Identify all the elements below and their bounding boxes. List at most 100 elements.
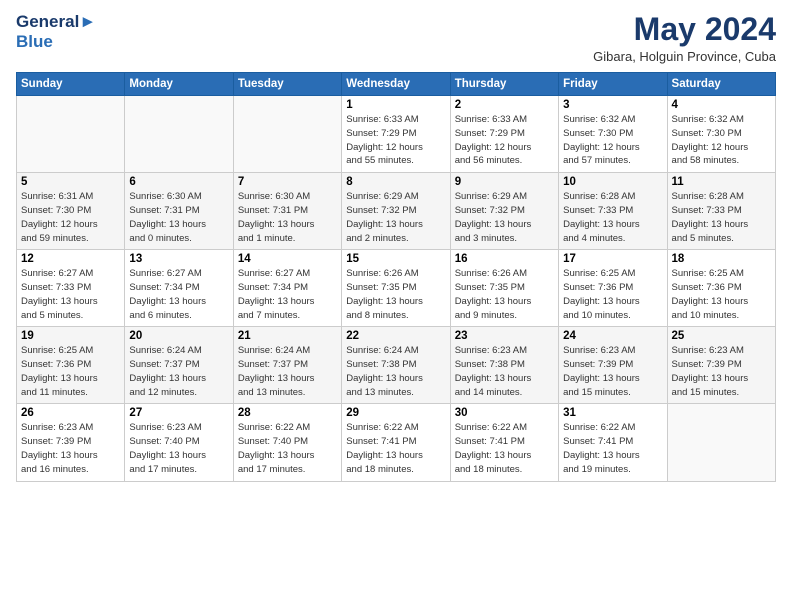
calendar-cell: 22Sunrise: 6:24 AM Sunset: 7:38 PM Dayli… [342,327,450,404]
page: General► Blue May 2024 Gibara, Holguin P… [0,0,792,612]
day-number: 2 [455,99,554,111]
calendar-cell: 9 Sunrise: 6:29 AM Sunset: 7:32 PM Daylig… [450,173,558,250]
day-info: Sunrise: 6:22 AM Sunset: 7:41 PM Dayligh… [346,421,445,476]
calendar-week-row-4: 19 Sunrise: 6:25 AM Sunset: 7:36 PM Dayli… [17,327,776,404]
day-info: Sunrise: 6:30 AM Sunset: 7:31 PM Dayligh… [129,190,228,245]
header: General► Blue May 2024 Gibara, Holguin P… [16,12,776,64]
logo-text-general: General► [16,12,96,32]
day-number: 30 [455,407,554,419]
day-number: 23 [455,330,554,342]
day-info: Sunrise: 6:23 AM Sunset: 7:39 PM Dayligh… [21,421,120,476]
calendar-cell: 28 Sunrise: 6:22 AM Sunset: 7:40 PM Dayli… [233,404,341,481]
day-number: 24 [563,330,662,342]
calendar-cell [125,96,233,173]
day-number: 9 [455,176,554,188]
day-number: 4 [672,99,771,111]
title-month: May 2024 [593,12,776,47]
day-info: Sunrise: 6:28 AM Sunset: 7:33 PM Dayligh… [672,190,771,245]
day-info: Sunrise: 6:30 AM Sunset: 7:31 PM Dayligh… [238,190,337,245]
day-info: Sunrise: 6:33 AM Sunset: 7:29 PM Dayligh… [346,113,445,168]
day-number: 6 [129,176,228,188]
day-number: 19 [21,330,120,342]
calendar-cell: 17 Sunrise: 6:25 AM Sunset: 7:36 PM Dayli… [559,250,667,327]
day-number: 11 [672,176,771,188]
day-info: Sunrise: 6:25 AM Sunset: 7:36 PM Dayligh… [21,344,120,399]
weekday-header-saturday: Saturday [667,73,775,96]
day-info: Sunrise: 6:22 AM Sunset: 7:41 PM Dayligh… [563,421,662,476]
day-info: Sunrise: 6:32 AM Sunset: 7:30 PM Dayligh… [563,113,662,168]
calendar-cell: 27 Sunrise: 6:23 AM Sunset: 7:40 PM Dayli… [125,404,233,481]
day-info: Sunrise: 6:25 AM Sunset: 7:36 PM Dayligh… [563,267,662,322]
day-number: 26 [21,407,120,419]
title-block: May 2024 Gibara, Holguin Province, Cuba [593,12,776,64]
day-number: 8 [346,176,445,188]
calendar-cell: 8 Sunrise: 6:29 AM Sunset: 7:32 PM Daylig… [342,173,450,250]
calendar-cell: 7Sunrise: 6:30 AM Sunset: 7:31 PM Daylig… [233,173,341,250]
day-number: 17 [563,253,662,265]
weekday-header-thursday: Thursday [450,73,558,96]
calendar-cell: 24 Sunrise: 6:23 AM Sunset: 7:39 PM Dayli… [559,327,667,404]
day-number: 18 [672,253,771,265]
day-info: Sunrise: 6:32 AM Sunset: 7:30 PM Dayligh… [672,113,771,168]
calendar-cell: 31 Sunrise: 6:22 AM Sunset: 7:41 PM Dayli… [559,404,667,481]
calendar-table: SundayMondayTuesdayWednesdayThursdayFrid… [16,72,776,481]
day-info: Sunrise: 6:27 AM Sunset: 7:34 PM Dayligh… [238,267,337,322]
day-info: Sunrise: 6:31 AM Sunset: 7:30 PM Dayligh… [21,190,120,245]
day-number: 12 [21,253,120,265]
calendar-cell: 16 Sunrise: 6:26 AM Sunset: 7:35 PM Dayli… [450,250,558,327]
day-info: Sunrise: 6:33 AM Sunset: 7:29 PM Dayligh… [455,113,554,168]
day-info: Sunrise: 6:25 AM Sunset: 7:36 PM Dayligh… [672,267,771,322]
weekday-header-wednesday: Wednesday [342,73,450,96]
day-info: Sunrise: 6:29 AM Sunset: 7:32 PM Dayligh… [346,190,445,245]
logo: General► Blue [16,12,96,51]
day-number: 16 [455,253,554,265]
day-info: Sunrise: 6:24 AM Sunset: 7:37 PM Dayligh… [238,344,337,399]
calendar-cell: 23 Sunrise: 6:23 AM Sunset: 7:38 PM Dayli… [450,327,558,404]
calendar-cell [233,96,341,173]
calendar-cell: 14Sunrise: 6:27 AM Sunset: 7:34 PM Dayli… [233,250,341,327]
day-number: 28 [238,407,337,419]
weekday-header-sunday: Sunday [17,73,125,96]
day-number: 13 [129,253,228,265]
calendar-cell: 19 Sunrise: 6:25 AM Sunset: 7:36 PM Dayli… [17,327,125,404]
day-info: Sunrise: 6:23 AM Sunset: 7:38 PM Dayligh… [455,344,554,399]
day-number: 10 [563,176,662,188]
calendar-cell: 1 Sunrise: 6:33 AM Sunset: 7:29 PM Daylig… [342,96,450,173]
day-info: Sunrise: 6:26 AM Sunset: 7:35 PM Dayligh… [346,267,445,322]
calendar-cell: 2 Sunrise: 6:33 AM Sunset: 7:29 PM Daylig… [450,96,558,173]
day-number: 1 [346,99,445,111]
day-info: Sunrise: 6:29 AM Sunset: 7:32 PM Dayligh… [455,190,554,245]
calendar-cell [667,404,775,481]
calendar-cell: 15 Sunrise: 6:26 AM Sunset: 7:35 PM Dayli… [342,250,450,327]
day-number: 15 [346,253,445,265]
calendar-cell: 10 Sunrise: 6:28 AM Sunset: 7:33 PM Dayli… [559,173,667,250]
day-number: 27 [129,407,228,419]
day-info: Sunrise: 6:27 AM Sunset: 7:34 PM Dayligh… [129,267,228,322]
day-number: 21 [238,330,337,342]
day-number: 3 [563,99,662,111]
calendar-cell: 3 Sunrise: 6:32 AM Sunset: 7:30 PM Daylig… [559,96,667,173]
weekday-header-monday: Monday [125,73,233,96]
calendar-cell: 5 Sunrise: 6:31 AM Sunset: 7:30 PM Daylig… [17,173,125,250]
calendar-cell: 11 Sunrise: 6:28 AM Sunset: 7:33 PM Dayli… [667,173,775,250]
day-number: 31 [563,407,662,419]
day-info: Sunrise: 6:26 AM Sunset: 7:35 PM Dayligh… [455,267,554,322]
calendar-cell: 18 Sunrise: 6:25 AM Sunset: 7:36 PM Dayli… [667,250,775,327]
day-info: Sunrise: 6:22 AM Sunset: 7:41 PM Dayligh… [455,421,554,476]
day-info: Sunrise: 6:24 AM Sunset: 7:37 PM Dayligh… [129,344,228,399]
calendar-cell: 6 Sunrise: 6:30 AM Sunset: 7:31 PM Daylig… [125,173,233,250]
day-number: 22 [346,330,445,342]
calendar-week-row-1: 1 Sunrise: 6:33 AM Sunset: 7:29 PM Daylig… [17,96,776,173]
weekday-header-row: SundayMondayTuesdayWednesdayThursdayFrid… [17,73,776,96]
day-info: Sunrise: 6:23 AM Sunset: 7:40 PM Dayligh… [129,421,228,476]
calendar-cell: 26 Sunrise: 6:23 AM Sunset: 7:39 PM Dayli… [17,404,125,481]
day-number: 5 [21,176,120,188]
day-info: Sunrise: 6:23 AM Sunset: 7:39 PM Dayligh… [672,344,771,399]
day-number: 29 [346,407,445,419]
calendar-cell: 4 Sunrise: 6:32 AM Sunset: 7:30 PM Daylig… [667,96,775,173]
calendar-cell [17,96,125,173]
calendar-cell: 13 Sunrise: 6:27 AM Sunset: 7:34 PM Dayli… [125,250,233,327]
day-info: Sunrise: 6:23 AM Sunset: 7:39 PM Dayligh… [563,344,662,399]
day-info: Sunrise: 6:28 AM Sunset: 7:33 PM Dayligh… [563,190,662,245]
day-info: Sunrise: 6:22 AM Sunset: 7:40 PM Dayligh… [238,421,337,476]
